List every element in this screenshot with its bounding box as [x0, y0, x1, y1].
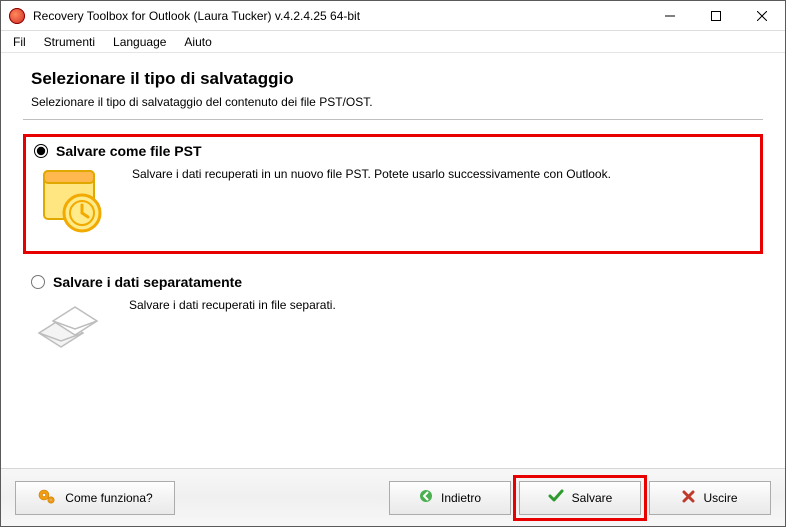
- save-button[interactable]: Salvare: [519, 481, 641, 515]
- option-pst-header[interactable]: Salvare come file PST: [34, 143, 752, 159]
- back-button[interactable]: Indietro: [389, 481, 511, 515]
- option-pst-desc: Salvare i dati recuperati in un nuovo fi…: [132, 165, 611, 181]
- back-label: Indietro: [441, 491, 481, 505]
- window-title: Recovery Toolbox for Outlook (Laura Tuck…: [33, 9, 647, 23]
- separator: [23, 119, 763, 120]
- option-save-as-pst[interactable]: Salvare come file PST Salvare i dati rec…: [23, 134, 763, 254]
- save-label: Salvare: [572, 491, 613, 505]
- how-it-works-label: Come funziona?: [65, 491, 152, 505]
- menu-strumenti[interactable]: Strumenti: [36, 33, 103, 51]
- option-separate-header[interactable]: Salvare i dati separatamente: [31, 274, 755, 290]
- how-it-works-button[interactable]: Come funziona?: [15, 481, 175, 515]
- page-title: Selezionare il tipo di salvataggio: [31, 69, 763, 89]
- checkmark-icon: [548, 489, 564, 506]
- content-area: Selezionare il tipo di salvataggio Selez…: [1, 53, 785, 468]
- page-subtitle: Selezionare il tipo di salvataggio del c…: [31, 95, 763, 109]
- x-icon: [682, 490, 695, 506]
- option-separate-desc: Salvare i dati recuperati in file separa…: [129, 296, 336, 312]
- option-pst-title: Salvare come file PST: [56, 143, 202, 159]
- menu-language[interactable]: Language: [105, 33, 174, 51]
- exit-label: Uscire: [703, 491, 737, 505]
- option-separate-title: Salvare i dati separatamente: [53, 274, 242, 290]
- close-button[interactable]: [739, 1, 785, 31]
- app-icon: [9, 8, 25, 24]
- option-save-separate[interactable]: Salvare i dati separatamente: [23, 268, 763, 382]
- menu-aiuto[interactable]: Aiuto: [176, 33, 219, 51]
- menu-fil[interactable]: Fil: [5, 33, 34, 51]
- exit-button[interactable]: Uscire: [649, 481, 771, 515]
- footer-bar: Come funziona? Indietro Salvare Uscire: [1, 468, 785, 526]
- minimize-button[interactable]: [647, 1, 693, 31]
- app-window: Recovery Toolbox for Outlook (Laura Tuck…: [0, 0, 786, 527]
- titlebar: Recovery Toolbox for Outlook (Laura Tuck…: [1, 1, 785, 31]
- arrow-left-icon: [419, 489, 433, 506]
- outlook-pst-icon: [36, 165, 114, 237]
- menubar: Fil Strumenti Language Aiuto: [1, 31, 785, 53]
- envelope-stack-icon: [33, 296, 111, 368]
- window-controls: [647, 1, 785, 31]
- maximize-button[interactable]: [693, 1, 739, 31]
- radio-save-pst[interactable]: [34, 144, 48, 158]
- gears-icon: [37, 487, 57, 508]
- radio-save-separate[interactable]: [31, 275, 45, 289]
